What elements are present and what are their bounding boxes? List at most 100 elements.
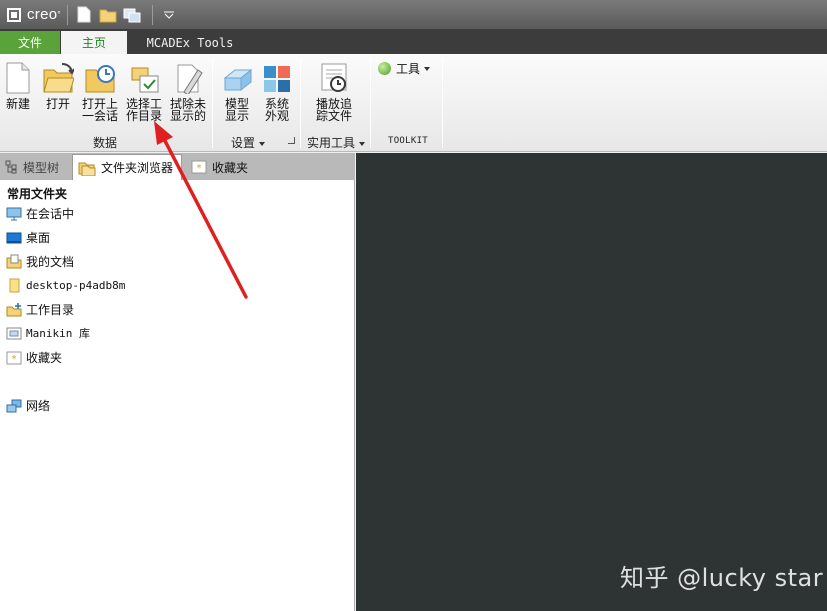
play-trail-file-label: 播放追 踪文件 — [315, 97, 352, 123]
tab-mcadex-tools[interactable]: MCADEx Tools — [140, 31, 240, 54]
group-utilities-text: 实用工具 — [306, 136, 355, 150]
favorites-icon: * — [191, 160, 207, 174]
folder-manikin-library[interactable]: Manikin 库 — [6, 325, 90, 341]
toolbar-separator — [151, 4, 153, 25]
group-utilities-label[interactable]: 实用工具 — [304, 134, 368, 151]
new-file-icon — [77, 6, 91, 23]
chevron-down-icon — [259, 141, 265, 146]
folder-my-documents[interactable]: 我的文档 — [6, 253, 74, 270]
chevron-down-icon — [359, 141, 365, 146]
folder-label: 收藏夹 — [26, 351, 63, 365]
group-separator — [442, 58, 443, 148]
folder-label: 桌面 — [26, 231, 51, 245]
group-separator — [300, 58, 301, 148]
folder-label: 在会话中 — [26, 207, 75, 221]
monitor-icon — [6, 207, 22, 220]
group-toolkit-label: TOOLKIT — [387, 136, 429, 146]
logo-text: creo — [27, 6, 58, 23]
play-trail-file-button[interactable]: 播放追 踪文件 — [314, 58, 354, 122]
tools-dropdown-button[interactable]: 工具 — [378, 60, 431, 77]
title-bar: creo ° — [0, 0, 827, 29]
folder-network[interactable]: 网络 — [6, 397, 50, 414]
model-display-button[interactable]: 模型 显示 — [218, 58, 256, 122]
folder-label: 网络 — [26, 399, 51, 413]
chevron-down-icon — [163, 11, 174, 19]
open-last-session-button[interactable]: 打开上 一会话 — [80, 58, 120, 122]
tools-icon — [378, 62, 391, 75]
folder-label: desktop-p4adb8m — [26, 278, 126, 292]
new-file-icon — [6, 62, 30, 94]
navigator-panel: 模型树 文件夹浏览器 * 收藏夹 常用文件夹 在会话中 桌面 我的文档 desk… — [0, 153, 355, 611]
quick-new-button[interactable] — [74, 5, 94, 25]
svg-text:*: * — [12, 354, 17, 365]
erase-not-displayed-label: 拭除未 显示的 — [169, 97, 206, 123]
quick-windows-button[interactable] — [122, 5, 142, 25]
system-appearance-icon — [264, 66, 290, 92]
tab-favorites[interactable]: * 收藏夹 — [186, 154, 354, 180]
creo-logo-icon — [7, 7, 21, 22]
open-last-session-label: 打开上 一会话 — [81, 97, 118, 123]
folder-desktop[interactable]: 桌面 — [6, 229, 50, 246]
tab-folder-browser[interactable]: 文件夹浏览器 — [72, 154, 182, 180]
open-folder-icon — [43, 63, 74, 93]
toolbar-separator — [66, 4, 68, 25]
model-display-icon — [223, 68, 253, 92]
favorites-icon: * — [6, 351, 22, 365]
open-button[interactable]: 打开 — [40, 58, 76, 110]
tab-home[interactable]: 主页 — [61, 31, 127, 54]
navigator-tabs: 模型树 文件夹浏览器 * 收藏夹 — [0, 153, 355, 180]
windows-icon — [123, 8, 141, 22]
tab-favorites-label: 收藏夹 — [212, 160, 249, 175]
folder-label: 我的文档 — [26, 255, 75, 269]
select-working-directory-label: 选择工 作目录 — [125, 97, 162, 123]
system-appearance-button[interactable]: 系统 外观 — [258, 58, 296, 122]
erase-not-displayed-button[interactable]: 拭除未 显示的 — [168, 58, 208, 122]
group-separator — [212, 58, 213, 148]
desktop-icon — [6, 232, 22, 243]
creo-window: creo ° 文件 主页 MCADEx Tools 新建 打开 打开上 一会话 … — [0, 0, 827, 611]
quick-access-dropdown[interactable] — [159, 5, 179, 25]
folder-computer[interactable]: desktop-p4adb8m — [6, 277, 125, 293]
model-tree-icon — [5, 160, 17, 174]
tab-model-tree[interactable]: 模型树 — [0, 154, 70, 180]
watermark: 知乎 @lucky star — [620, 564, 824, 592]
svg-text:*: * — [197, 163, 202, 174]
working-directory-folder-icon — [6, 303, 22, 317]
system-appearance-label: 系统 外观 — [264, 97, 289, 123]
model-display-label: 模型 显示 — [224, 97, 249, 123]
folder-label: 工作目录 — [26, 303, 75, 317]
library-icon — [6, 327, 22, 340]
tab-file[interactable]: 文件 — [0, 31, 60, 54]
erase-icon — [177, 64, 203, 94]
tab-folder-browser-label: 文件夹浏览器 — [101, 161, 174, 175]
network-icon — [6, 399, 22, 412]
new-button[interactable]: 新建 — [4, 58, 32, 110]
open-session-icon — [85, 65, 115, 93]
folder-label: Manikin 库 — [26, 327, 90, 340]
folder-working-directory[interactable]: 工作目录 — [6, 301, 74, 318]
chevron-down-icon — [424, 66, 431, 71]
folder-browser-icon — [78, 162, 96, 176]
tools-label: 工具 — [396, 62, 421, 76]
ribbon-tab-bar: 文件 主页 MCADEx Tools — [0, 29, 827, 54]
select-working-directory-button[interactable]: 选择工 作目录 — [124, 58, 164, 122]
common-folders-heading: 常用文件夹 — [7, 187, 68, 201]
ribbon: 新建 打开 打开上 一会话 选择工 作目录 拭除未 显示的 数据 模型 显示 系… — [0, 54, 827, 152]
graphics-area[interactable] — [356, 153, 827, 611]
trail-file-icon — [321, 63, 347, 92]
folder-in-session[interactable]: 在会话中 — [6, 205, 74, 222]
group-settings-label[interactable]: 设置 — [228, 134, 268, 151]
creo-logo: creo ° — [7, 6, 61, 23]
settings-launcher-icon[interactable] — [288, 137, 295, 144]
group-separator — [370, 58, 371, 148]
tab-model-tree-label: 模型树 — [23, 160, 60, 175]
folder-icon — [9, 278, 20, 292]
quick-open-button[interactable] — [98, 5, 118, 25]
open-folder-icon — [99, 9, 117, 22]
open-label: 打开 — [45, 97, 70, 111]
working-directory-icon — [131, 67, 159, 93]
documents-icon — [6, 254, 22, 269]
folder-favorites[interactable]: * 收藏夹 — [6, 349, 62, 366]
group-data-label: 数据 — [92, 136, 117, 150]
group-settings-text: 设置 — [230, 136, 255, 150]
